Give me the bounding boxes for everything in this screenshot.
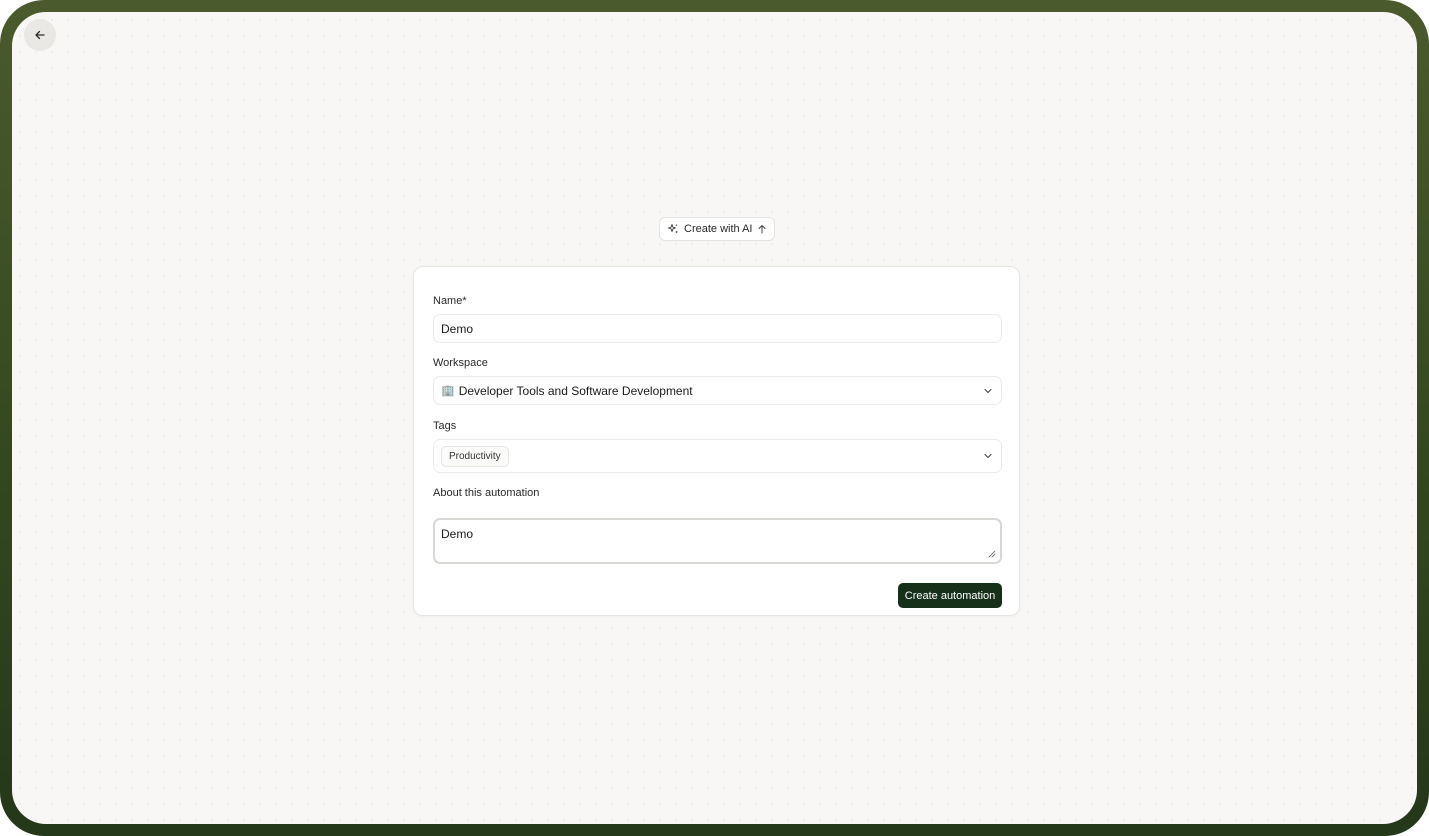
create-with-ai-label: Create with AI <box>684 223 753 235</box>
name-input[interactable]: Demo <box>433 314 1002 343</box>
workspace-select-value: Developer Tools and Software Development <box>458 383 693 398</box>
back-button[interactable] <box>24 19 56 51</box>
create-automation-form: Name* Demo Workspace 🏢 Developer Tools a… <box>413 266 1020 616</box>
about-textarea-value: Demo <box>441 527 474 541</box>
app-screen: Create with AI Name* Demo Workspace 🏢 De… <box>12 12 1417 824</box>
name-input-value: Demo <box>441 321 474 336</box>
arrow-left-icon <box>35 30 45 40</box>
about-textarea[interactable]: Demo <box>433 518 1002 564</box>
tags-select[interactable]: Productivity <box>433 439 1002 473</box>
chevron-down-icon <box>984 388 992 393</box>
create-automation-button[interactable]: Create automation <box>898 583 1002 608</box>
tags-label: Tags <box>433 420 457 432</box>
workspace-emoji: 🏢 <box>441 384 455 397</box>
name-label: Name* <box>433 295 467 307</box>
sparkles-icon <box>668 224 678 234</box>
workspace-select[interactable]: 🏢 Developer Tools and Software Developme… <box>433 376 1002 405</box>
create-with-ai-button[interactable]: Create with AI <box>659 217 776 241</box>
tag-chip[interactable]: Productivity <box>441 445 509 467</box>
about-label: About this automation <box>433 487 540 499</box>
resize-handle-icon[interactable] <box>988 550 996 558</box>
workspace-label: Workspace <box>433 357 488 369</box>
device-frame: Create with AI Name* Demo Workspace 🏢 De… <box>0 0 1429 836</box>
chevron-down-icon <box>984 453 992 459</box>
arrow-up-icon <box>758 225 766 234</box>
